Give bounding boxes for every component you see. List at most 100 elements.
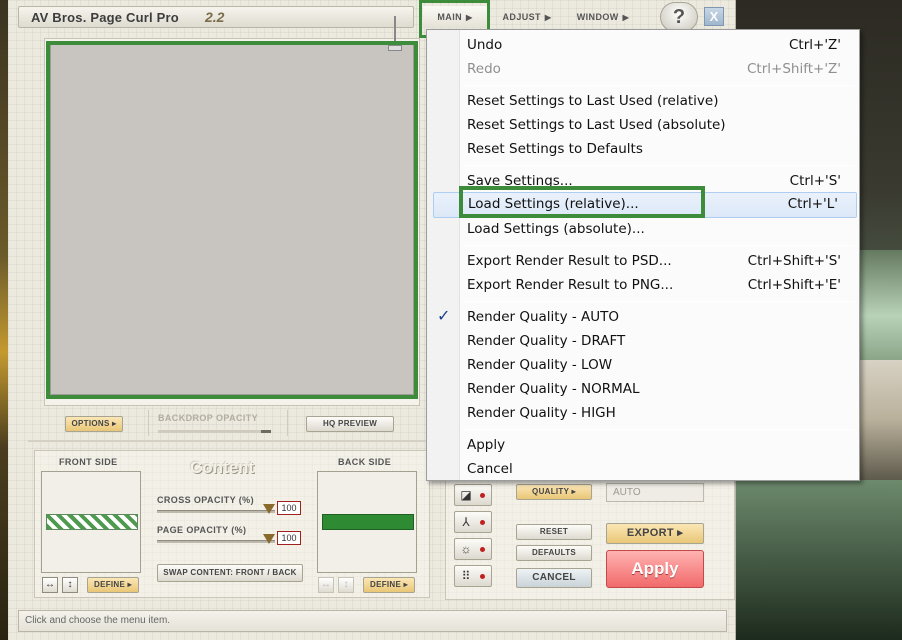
cross-opacity-slider[interactable] <box>157 510 275 513</box>
title-bar: AV Bros. Page Curl Pro 2.2 <box>18 6 414 28</box>
menu-item-render-auto[interactable]: Render Quality - AUTO <box>461 306 859 330</box>
highlight-box-preview <box>46 41 418 399</box>
menu-separator <box>463 245 855 246</box>
apply-button[interactable]: Apply <box>606 550 704 588</box>
indicator-dot <box>480 574 485 579</box>
page-opacity-thumb[interactable] <box>263 534 275 544</box>
backdrop-opacity-label: BACKDROP OPACITY <box>158 413 259 423</box>
defaults-button[interactable]: DEFAULTS <box>516 545 592 561</box>
triangle-right-icon: ▶ <box>544 12 552 22</box>
cross-opacity-label: CROSS OPACITY (%) <box>157 495 254 505</box>
texture-tool[interactable]: ⠿ <box>454 565 492 587</box>
adjust-menu-label: ADJUST <box>502 12 541 22</box>
cross-opacity-field[interactable]: 100 <box>277 501 301 515</box>
menu-item-label: Render Quality - HIGH <box>467 405 616 421</box>
menu-separator <box>463 165 855 166</box>
indicator-dot <box>480 493 485 498</box>
flip-horizontal-back-button[interactable]: ↔ <box>318 577 334 593</box>
flip-vertical-back-button[interactable]: ↕ <box>338 577 354 593</box>
quality-value-field: AUTO <box>606 483 704 502</box>
menu-item-export-png[interactable]: Export Render Result to PNG... Ctrl+Shift… <box>461 274 859 298</box>
slider-fill <box>261 430 271 433</box>
menu-item-reset-last-relative[interactable]: Reset Settings to Last Used (relative) <box>461 90 859 114</box>
divider <box>287 410 288 436</box>
menu-item-export-psd[interactable]: Export Render Result to PSD... Ctrl+Shift… <box>461 250 859 274</box>
app-title: AV Bros. Page Curl Pro <box>31 10 179 25</box>
dot-grid-icon: ⠿ <box>461 569 471 583</box>
checkmark-icon: ✓ <box>437 306 451 325</box>
app-version: 2.2 <box>205 9 225 25</box>
menu-item-shortcut: Ctrl+'Z' <box>788 37 841 53</box>
menu-item-load-settings-absolute[interactable]: Load Settings (absolute)... <box>461 218 859 242</box>
define-back-button[interactable]: DEFINE ▸ <box>363 577 415 593</box>
menu-item-label: Apply <box>467 437 506 453</box>
cancel-button[interactable]: CANCEL <box>516 568 592 588</box>
menu-item-render-draft[interactable]: Render Quality - DRAFT <box>461 330 859 354</box>
indicator-dot <box>480 547 485 552</box>
menu-item-label: Export Render Result to PSD... <box>467 253 672 269</box>
menu-item-label: Render Quality - DRAFT <box>467 333 626 349</box>
window-menu-button[interactable]: WINDOW ▶ <box>570 6 636 28</box>
backdrop-opacity-slider[interactable] <box>158 430 271 433</box>
menu-separator <box>463 429 855 430</box>
swap-content-button[interactable]: SWAP CONTENT: FRONT / BACK <box>157 564 303 582</box>
export-button[interactable]: EXPORT ▸ <box>606 523 704 544</box>
indicator-dot <box>480 520 485 525</box>
page-opacity-field[interactable]: 100 <box>277 531 301 545</box>
menu-item-shortcut: Ctrl+Shift+'Z' <box>747 61 841 77</box>
menu-item-render-high[interactable]: Render Quality - HIGH <box>461 402 859 426</box>
front-side-swatch[interactable] <box>46 514 138 530</box>
back-side-swatch[interactable] <box>322 514 414 530</box>
menu-item-render-normal[interactable]: Render Quality - NORMAL <box>461 378 859 402</box>
status-bar: Click and choose the menu item. <box>18 610 727 632</box>
highlight-box-load-settings <box>459 186 705 218</box>
menu-item-undo[interactable]: Undo Ctrl+'Z' <box>461 34 859 58</box>
reset-button[interactable]: RESET <box>516 524 592 540</box>
diagonal-box-icon: ◪ <box>460 488 472 502</box>
main-dropdown-menu: Undo Ctrl+'Z' Redo Ctrl+Shift+'Z' Reset Se… <box>426 29 860 481</box>
menu-item-label: Reset Settings to Last Used (relative) <box>467 93 719 109</box>
page-opacity-label: PAGE OPACITY (%) <box>157 525 247 535</box>
menu-item-reset-last-absolute[interactable]: Reset Settings to Last Used (absolute) <box>461 114 859 138</box>
front-side-label: FRONT SIDE <box>59 457 118 467</box>
back-side-label: BACK SIDE <box>338 457 392 467</box>
triangle-right-icon: ▶ <box>622 12 630 22</box>
menu-item-label: Reset Settings to Last Used (absolute) <box>467 117 726 133</box>
curl-shape-tool[interactable]: ◪ <box>454 484 492 506</box>
menu-item-cancel[interactable]: Cancel <box>461 458 859 482</box>
options-button[interactable]: OPTIONS ▸ <box>65 416 123 432</box>
window-menu-label: WINDOW <box>576 12 619 22</box>
menu-item-label: Render Quality - LOW <box>467 357 613 373</box>
page-opacity-slider[interactable] <box>157 540 275 543</box>
help-button[interactable]: ? <box>660 2 698 32</box>
cross-opacity-thumb[interactable] <box>263 504 275 514</box>
menu-item-label: Render Quality - NORMAL <box>467 381 640 397</box>
sun-icon: ☼ <box>460 542 472 556</box>
quality-button[interactable]: QUALITY ▸ <box>516 484 592 500</box>
menu-separator <box>463 301 855 302</box>
menu-item-apply[interactable]: Apply <box>461 434 859 458</box>
menu-item-label: Render Quality - AUTO <box>467 309 620 325</box>
menu-item-label: Cancel <box>467 461 513 477</box>
menu-gutter <box>427 30 460 480</box>
axis-tool[interactable]: ⅄ <box>454 511 492 533</box>
menu-item-render-low[interactable]: Render Quality - LOW <box>461 354 859 378</box>
menu-item-label: Reset Settings to Defaults <box>467 141 643 157</box>
menu-item-reset-defaults[interactable]: Reset Settings to Defaults <box>461 138 859 162</box>
divider <box>148 410 149 436</box>
close-button[interactable]: X <box>704 7 724 26</box>
menu-item-shortcut: Ctrl+Shift+'S' <box>747 253 841 269</box>
menu-item-shortcut: Ctrl+'S' <box>789 173 841 189</box>
menu-item-redo[interactable]: Redo Ctrl+Shift+'Z' <box>461 58 859 82</box>
adjust-menu-button[interactable]: ADJUST ▶ <box>496 6 558 28</box>
arrows-vertical-icon: ↕ <box>343 579 349 590</box>
arrows-horizontal-icon: ↔ <box>321 579 331 590</box>
flip-horizontal-front-button[interactable]: ↔ <box>42 577 58 593</box>
hq-preview-button[interactable]: HQ PREVIEW <box>306 416 394 432</box>
light-tool[interactable]: ☼ <box>454 538 492 560</box>
menu-item-shortcut: Ctrl+Shift+'E' <box>747 277 841 293</box>
flip-vertical-front-button[interactable]: ↕ <box>62 577 78 593</box>
define-front-button[interactable]: DEFINE ▸ <box>87 577 139 593</box>
arrows-vertical-icon: ↕ <box>67 579 73 590</box>
menu-item-shortcut: Ctrl+'L' <box>787 196 838 212</box>
